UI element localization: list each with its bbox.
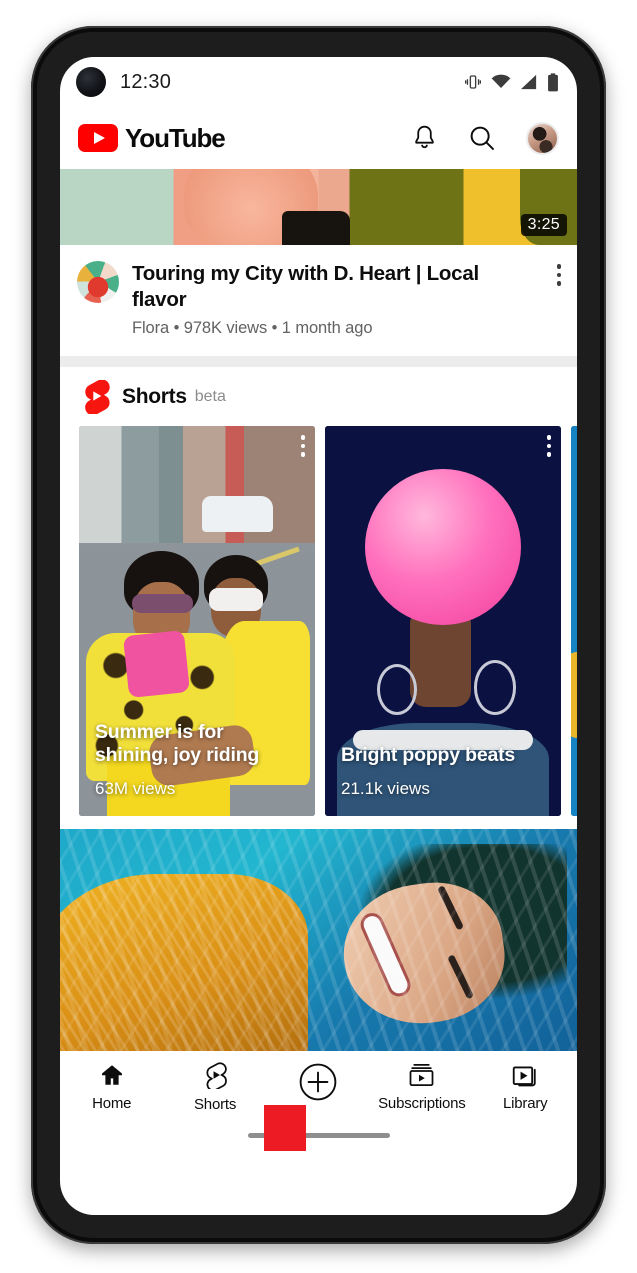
app-header: YouTube — [60, 107, 577, 169]
youtube-play-icon — [78, 124, 118, 152]
thumbnail-art — [282, 211, 350, 245]
video-stats: Flora • 978K views • 1 month ago — [132, 319, 373, 338]
front-camera-icon — [76, 67, 106, 97]
battery-icon — [548, 72, 558, 91]
shorts-icon — [80, 380, 110, 415]
video-text: Touring my City with D. Heart | Local fl… — [132, 261, 538, 338]
video-title: Touring my City with D. Heart | Local fl… — [132, 262, 479, 311]
nav-label: Shorts — [194, 1096, 237, 1113]
nav-label: Library — [503, 1095, 548, 1112]
thumbnail-art — [60, 829, 577, 1078]
header-actions — [411, 121, 559, 155]
shorts-card[interactable]: Bright poppy beats 21.1k views — [325, 426, 561, 817]
shorts-icon — [206, 1062, 227, 1089]
nav-label: Home — [92, 1095, 132, 1112]
nav-item-home[interactable]: Home — [60, 1062, 163, 1112]
next-video-thumbnail[interactable] — [60, 829, 577, 1078]
shorts-thumbnail — [571, 426, 577, 817]
phone-frame: 12:30 YouTube 3:25 Touring my City with … — [31, 26, 606, 1244]
notifications-bell-icon[interactable] — [411, 124, 438, 152]
status-bar: 12:30 — [60, 57, 577, 107]
shorts-more-options-icon[interactable] — [546, 435, 551, 457]
section-divider — [60, 356, 577, 368]
home-icon — [101, 1065, 122, 1085]
nav-item-library[interactable]: Library — [474, 1062, 577, 1112]
red-down-arrow — [264, 1105, 306, 1151]
shorts-more-options-icon[interactable] — [300, 435, 305, 457]
youtube-wordmark: YouTube — [125, 122, 226, 153]
shorts-views: 63M views — [95, 779, 176, 799]
status-icons — [464, 72, 559, 92]
more-options-icon[interactable] — [551, 261, 561, 338]
nav-item-subscriptions[interactable]: Subscriptions — [370, 1062, 473, 1112]
search-icon[interactable] — [468, 124, 496, 152]
shorts-card[interactable]: Summer is for shining, joy riding 63M vi… — [79, 426, 315, 817]
channel-avatar[interactable] — [77, 261, 119, 303]
phone-screen: 12:30 YouTube 3:25 Touring my City with … — [60, 57, 577, 1215]
feed: 3:25 Touring my City with D. Heart | Loc… — [60, 169, 577, 1151]
shorts-beta-badge: beta — [194, 388, 226, 406]
status-time: 12:30 — [120, 70, 172, 93]
library-icon — [513, 1066, 536, 1087]
vibrate-icon — [464, 75, 482, 89]
youtube-logo[interactable]: YouTube — [78, 122, 226, 154]
shorts-carousel[interactable]: Summer is for shining, joy riding 63M vi… — [60, 426, 577, 817]
shorts-card[interactable] — [571, 426, 577, 817]
video-meta-row[interactable]: Touring my City with D. Heart | Local fl… — [60, 245, 577, 356]
shorts-caption: Bright poppy beats — [341, 744, 516, 767]
signal-icon — [521, 74, 537, 90]
wifi-icon — [491, 74, 511, 88]
shorts-shelf-title: Shorts — [122, 385, 187, 409]
shorts-shelf-header: Shorts beta — [60, 367, 577, 426]
nav-item-create[interactable] — [267, 1062, 370, 1102]
nav-label: Subscriptions — [378, 1095, 466, 1112]
video-thumbnail[interactable]: 3:25 — [60, 169, 577, 245]
video-duration-badge: 3:25 — [520, 214, 567, 236]
subscriptions-icon — [409, 1063, 434, 1087]
shorts-caption: Summer is for shining, joy riding — [95, 720, 260, 767]
shorts-views: 21.1k views — [341, 779, 430, 799]
avatar[interactable] — [526, 121, 559, 155]
create-plus-icon — [300, 1063, 337, 1101]
